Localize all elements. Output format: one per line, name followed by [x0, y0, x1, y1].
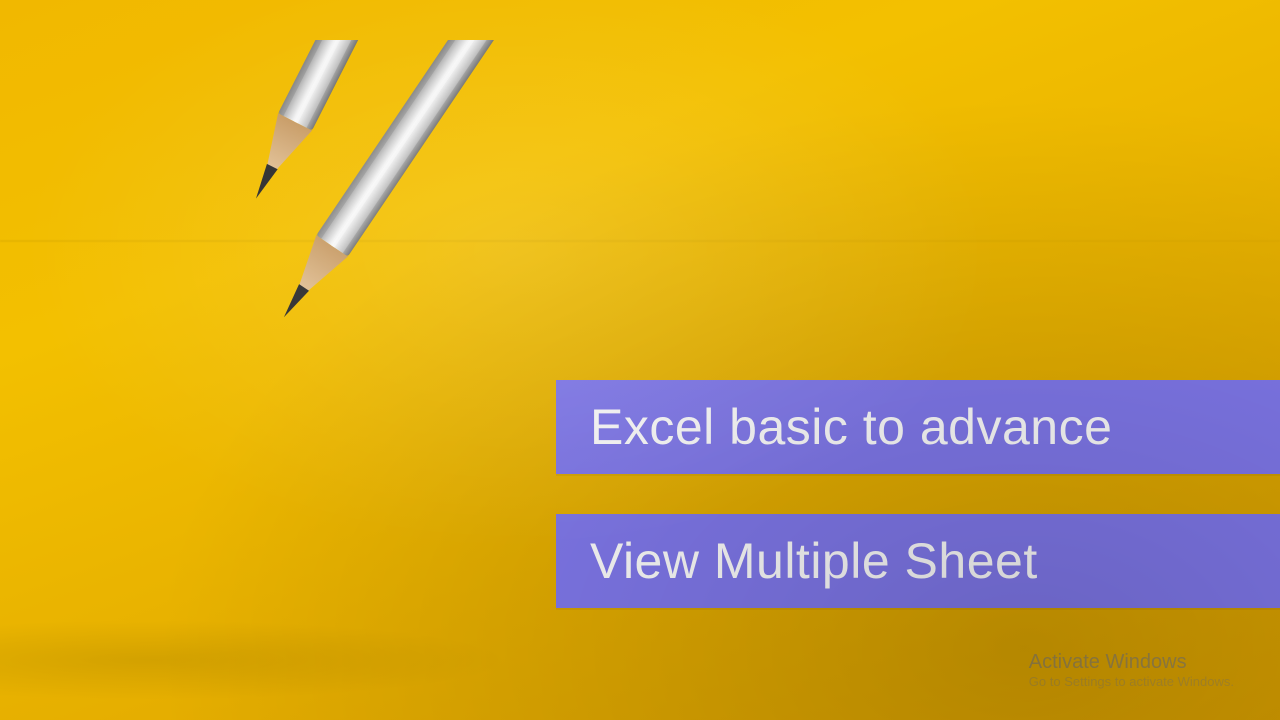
- windows-activation-watermark: Activate Windows Go to Settings to activ…: [1029, 650, 1234, 690]
- thumbnail-stage: Excel basic to advance View Multiple She…: [0, 0, 1280, 720]
- horizon-shadow: [0, 240, 1280, 242]
- watermark-line1: Activate Windows: [1029, 650, 1234, 674]
- watermark-line2: Go to Settings to activate Windows.: [1029, 674, 1234, 690]
- title-text-primary: Excel basic to advance: [590, 398, 1112, 456]
- title-banner-primary: Excel basic to advance: [556, 380, 1280, 474]
- title-banner-secondary: View Multiple Sheet: [556, 514, 1280, 608]
- vignette-overlay: [0, 0, 1280, 720]
- pencils-illustration: [0, 40, 600, 720]
- title-text-secondary: View Multiple Sheet: [590, 532, 1038, 590]
